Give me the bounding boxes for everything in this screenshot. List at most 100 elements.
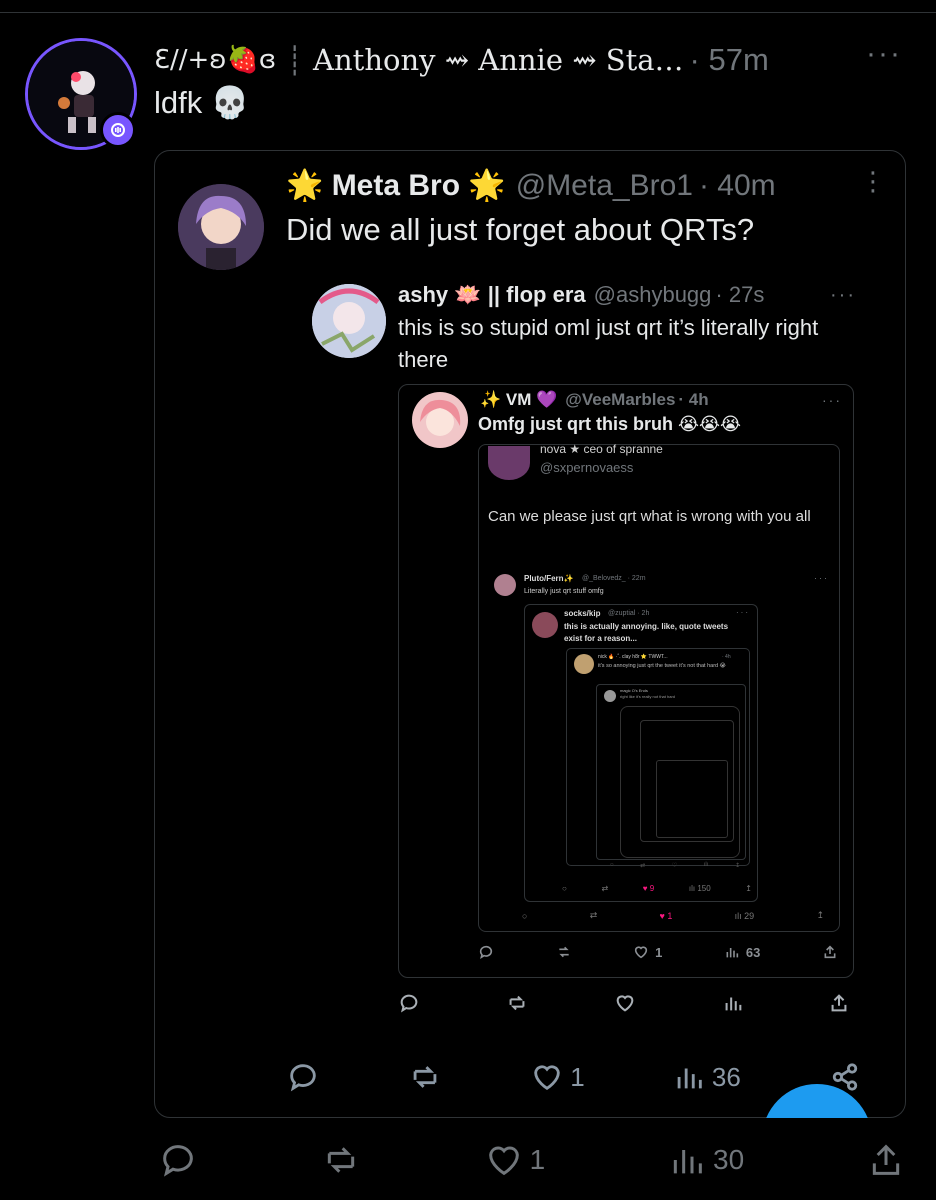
nova-repost-icon[interactable]: ⇄ <box>590 910 598 921</box>
nick-avatar[interactable] <box>574 654 594 674</box>
pluto-like-count: 9 <box>649 884 655 893</box>
metabro-views-button[interactable]: 36 <box>672 1060 741 1094</box>
vm-views-icon <box>726 948 739 958</box>
vm-share-icon[interactable] <box>822 944 838 960</box>
pluto-like-icon: ♥ <box>642 884 648 893</box>
pluto-display-name[interactable]: Pluto/Fern✨ <box>524 574 574 583</box>
vm-views-button[interactable]: 63 <box>724 944 760 960</box>
main-repost-icon[interactable] <box>320 1140 362 1180</box>
main-views-count: 30 <box>713 1144 745 1175</box>
main-more-icon[interactable]: ··· <box>866 39 902 69</box>
metabro-views-icon <box>677 1068 702 1089</box>
nick-display-name[interactable]: nick 🔥 ·˚. clay h8r ⭐ TWWT... <box>598 654 668 660</box>
nick-views-icon[interactable]: ılı <box>704 862 709 869</box>
magic-avatar[interactable] <box>604 690 616 702</box>
vm-repost-icon[interactable] <box>556 944 572 960</box>
ashy-share-icon[interactable] <box>828 992 850 1014</box>
metabro-like-button[interactable]: 1 <box>530 1060 585 1094</box>
main-share-icon[interactable] <box>866 1140 906 1180</box>
socks-avatar[interactable] <box>532 612 558 638</box>
metabro-post-text: Did we all just forget about QRTs? <box>286 212 755 247</box>
metabro-avatar-image-icon <box>178 184 264 270</box>
vm-time[interactable]: · 4h <box>678 390 708 410</box>
socks-more-icon[interactable]: ··· <box>736 608 750 617</box>
nova-post-text: Can we please just qrt what is wrong wit… <box>488 508 811 525</box>
metabro-action-bar: 1 36 <box>286 1060 862 1094</box>
vm-like-count: 1 <box>655 944 663 960</box>
metabro-views-count: 36 <box>711 1061 741 1092</box>
pluto-views-button[interactable]: ılı 150 <box>689 884 711 893</box>
ashy-header: ashy 🪷 || flop era @ashybugg · 27s <box>398 282 764 308</box>
nova-views-count: 29 <box>744 910 755 921</box>
ashy-display-name[interactable]: ashy 🪷 || flop era <box>398 282 586 308</box>
main-reply-icon[interactable] <box>158 1140 198 1180</box>
metabro-more-icon[interactable]: ⋮ <box>860 168 886 194</box>
vm-more-icon[interactable]: ··· <box>822 392 842 408</box>
ashy-like-icon[interactable] <box>613 992 637 1014</box>
nova-like-icon: ♥ <box>659 910 665 921</box>
main-action-bar: 1 30 <box>158 1140 906 1180</box>
main-post-text: ldfk 💀 <box>154 85 250 120</box>
top-divider <box>0 12 936 13</box>
metabro-avatar[interactable] <box>178 184 264 270</box>
main-post-header: Ɛ//+ʚ🍓ɞ ┊ Anthony ⇝ Annie ⇝ Sta… · 57m <box>154 38 874 82</box>
vm-like-button[interactable]: 1 <box>633 944 662 960</box>
ashy-time[interactable]: · 27s <box>715 282 764 308</box>
vm-post-text: Omfg just qrt this bruh 😭😭😭 <box>478 414 742 434</box>
nick-action-bar: ○ ⇄ ♡ ılı ↥ <box>610 862 740 869</box>
nova-views-button[interactable]: ılı 29 <box>735 911 755 921</box>
magic-post-text: right like it's really not that hard <box>620 694 676 699</box>
ashy-post-text: this is so stupid oml just qrt it’s lite… <box>398 315 819 372</box>
pluto-more-icon[interactable]: ··· <box>814 573 829 583</box>
ashy-repost-icon[interactable] <box>505 992 529 1014</box>
ashy-views-icon[interactable] <box>722 992 744 1014</box>
nova-handle[interactable]: @sxpernovaess <box>540 460 633 475</box>
vm-header: ✨ VM 💜 @VeeMarbles · 4h <box>480 390 709 410</box>
nick-share-icon[interactable]: ↥ <box>735 862 740 869</box>
nick-post-text: it's so annoying just qrt the tweet it's… <box>598 663 727 669</box>
spaces-badge-icon <box>100 112 136 148</box>
pluto-share-icon[interactable]: ↥ <box>745 884 752 893</box>
socks-handle[interactable]: @zuptial · 2h <box>608 610 649 617</box>
main-name-rest[interactable]: Anthony ⇝ Annie ⇝ Sta… <box>313 43 684 77</box>
main-post-time[interactable]: · 57m <box>690 42 769 78</box>
ashy-avatar[interactable] <box>312 284 386 358</box>
main-like-count: 1 <box>529 1144 546 1175</box>
ashy-reply-icon[interactable] <box>398 992 420 1014</box>
vm-reply-icon[interactable] <box>478 944 494 960</box>
nova-display-name[interactable]: nova ★ ceo of spranne <box>540 442 663 456</box>
pluto-action-bar: ○ ⇄ ♥ 9 ılı 150 ↥ <box>562 884 752 893</box>
nick-repost-icon[interactable]: ⇄ <box>640 862 645 869</box>
vm-display-name[interactable]: ✨ VM 💜 <box>480 390 557 410</box>
pluto-handle[interactable]: @_Belovedz_ · 22m <box>582 575 646 582</box>
nova-avatar[interactable] <box>488 446 530 480</box>
pluto-repost-icon[interactable]: ⇄ <box>601 884 608 893</box>
ashy-more-icon[interactable]: ··· <box>830 284 856 307</box>
nova-share-icon[interactable]: ↥ <box>816 910 824 921</box>
main-views-button[interactable]: 30 <box>667 1140 744 1180</box>
nova-reply-icon[interactable]: ○ <box>522 911 527 921</box>
nova-like-count: 1 <box>667 910 673 921</box>
nick-reply-icon[interactable]: ○ <box>610 862 614 869</box>
ashy-action-bar <box>398 992 850 1014</box>
magic-display-name[interactable]: magic O's Ends <box>620 688 648 693</box>
metabro-display-name[interactable]: 🌟 Meta Bro 🌟 <box>286 168 506 203</box>
socks-display-name[interactable]: socks/kip <box>564 609 600 618</box>
pluto-avatar[interactable] <box>494 574 516 596</box>
nova-like-button[interactable]: ♥ 1 <box>660 911 673 921</box>
pluto-reply-icon[interactable]: ○ <box>562 884 567 893</box>
nick-like-icon[interactable]: ♡ <box>672 862 677 869</box>
vm-handle[interactable]: @VeeMarbles <box>565 390 675 410</box>
metabro-reply-icon[interactable] <box>286 1060 320 1094</box>
metabro-repost-icon[interactable] <box>407 1060 443 1094</box>
metabro-handle[interactable]: @Meta_Bro1 <box>516 169 693 203</box>
main-like-icon <box>488 1146 519 1176</box>
main-like-button[interactable]: 1 <box>484 1140 546 1180</box>
metabro-time[interactable]: · 40m <box>699 169 776 203</box>
ashy-handle[interactable]: @ashybugg <box>594 282 712 308</box>
vm-action-bar: 1 63 <box>478 944 838 960</box>
nick-time[interactable]: · 4h <box>722 654 731 660</box>
pluto-like-button[interactable]: ♥ 9 <box>643 884 654 893</box>
main-display-name[interactable]: Ɛ//+ʚ🍓ɞ <box>154 45 276 75</box>
vm-avatar[interactable] <box>412 392 468 448</box>
